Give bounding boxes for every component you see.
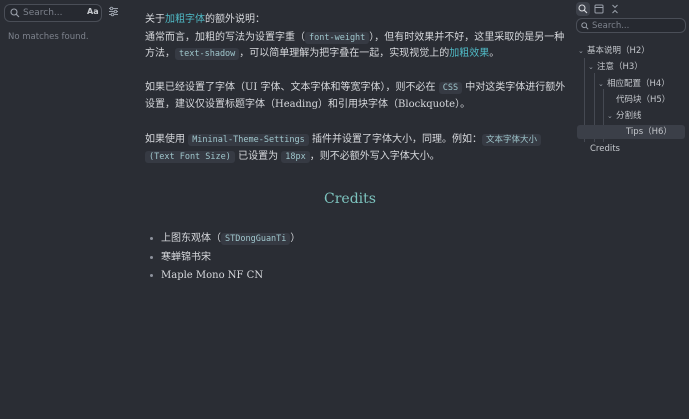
outline-item-h5[interactable]: 代码块（H5） [616,93,670,107]
outline-item-h2[interactable]: ⌄ 基本说明（H2） [578,44,650,58]
paragraph-line: 如果已经设置了字体（UI 字体、文本字体和等宽字体），则不必在 CSS 中对这类… [145,82,566,94]
inline-code: CSS [438,82,463,94]
inline-code: font-weight [305,32,370,44]
inline-code: Mininal-Theme-Settings [188,134,309,146]
paragraph-line: (Text Font Size) 已设置为 18px ，则不必额外写入字体大小。 [145,148,440,166]
paragraph-line: 方法， text-shadow ，可以简单理解为把字叠在一起，实现视觉上的加粗效果。 [145,48,500,60]
search-pane: Aa No matches found. [0,0,130,419]
search-box[interactable]: Aa [4,4,102,22]
paragraph-line: 如果使用 Mininal-Theme-Settings 插件并设置了字体大小，同… [145,131,541,149]
chevron-down-icon[interactable]: ⌄ [578,44,587,58]
search-icon [581,22,589,30]
chevron-down-icon[interactable]: ⌄ [588,60,597,74]
bold-link[interactable]: 加粗效果 [449,48,489,59]
search-settings-icon[interactable] [108,6,119,17]
bold-link[interactable]: 加粗字体 [165,14,205,25]
search-icon [578,4,588,14]
editor-content[interactable]: 关于加粗字体的额外说明： 通常而言，加粗的写法为设置字重（ font-weight… [130,0,570,419]
no-matches-text: No matches found. [8,32,89,42]
inline-code: 18px [281,151,310,163]
list-item: 上图东观体（ STDongGuanTi） [150,230,300,249]
chevron-down-icon[interactable]: ⌄ [607,109,616,123]
outline-pane: ⌄基本说明（H2） ⌄注意（H3） ⌄相应配置（H4） 代码块（H5） ⌄分割线… [570,0,689,419]
search-tab-button[interactable] [576,2,590,16]
inline-code: (Text Font Size) [145,151,235,163]
sidebar-panel-icon [594,4,604,14]
outline-item-divider[interactable]: ⌄ 分割线 [607,109,642,123]
list-item: 寒蝉锦书宋 [150,249,300,268]
outline-item-h3[interactable]: ⌄ 注意（H3） [588,60,643,74]
chevron-down-icon[interactable]: ⌄ [598,77,607,91]
inline-code: 文本字体大小 [481,134,541,146]
credits-list: 上图东观体（ STDongGuanTi） 寒蝉锦书宋 Maple Mono NF … [150,230,300,286]
outline-item-credits[interactable]: Credits [590,142,620,156]
outline-item-h4[interactable]: ⌄ 相应配置（H4） [598,77,670,91]
match-case-toggle[interactable]: Aa [87,7,99,16]
outline-tab-button[interactable] [592,2,606,16]
credits-heading: Credits [324,191,376,207]
list-item: Maple Mono NF CN [150,267,300,286]
search-icon [10,8,20,18]
paragraph-line: 设置，建议仅设置标题字体（Heading）和引用块字体（Blockquote）。 [145,99,471,110]
paragraph-line: 关于加粗字体的额外说明： [145,14,265,25]
inline-code: text-shadow [175,48,240,60]
collapse-arrows-icon [612,4,618,14]
collapse-toggle-button[interactable] [608,2,622,16]
outline-search-box[interactable] [576,18,686,33]
inline-code: STDongGuanTi [221,233,291,245]
outline-search-input[interactable] [592,19,680,32]
search-input[interactable] [23,6,75,20]
outline-item-h6[interactable]: Tips（H6） [577,125,685,139]
